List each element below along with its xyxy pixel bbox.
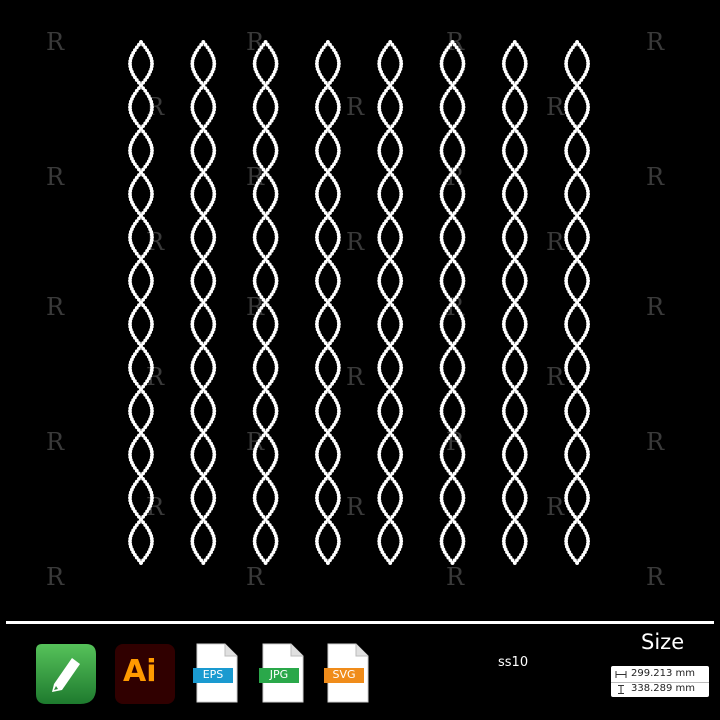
jpg-file-label: JPG xyxy=(269,668,289,681)
eps-file-icon: EPS xyxy=(193,642,241,704)
width-value: 299.213 mm xyxy=(631,668,696,679)
height-row: 338.289 mm xyxy=(611,682,709,697)
watermark-glyph: R xyxy=(646,28,665,56)
jpg-file-icon: JPG xyxy=(259,642,307,704)
watermark-glyph: R xyxy=(46,563,65,591)
rhinestone xyxy=(512,561,517,565)
svg-file-icon: SVG xyxy=(324,642,372,704)
width-row: 299.213 mm xyxy=(611,667,709,683)
width-arrow-icon xyxy=(615,671,627,678)
rhinestone-column xyxy=(315,40,341,565)
rhinestone-column xyxy=(377,40,404,565)
coreldraw-icon xyxy=(36,644,96,704)
watermark-glyph: R xyxy=(46,28,65,56)
rhinestone xyxy=(263,561,268,565)
size-title: Size xyxy=(641,630,685,654)
rhinestone-column xyxy=(564,40,590,565)
watermark-glyph: R xyxy=(246,28,265,56)
height-value: 338.289 mm xyxy=(631,683,696,694)
watermark-glyph: R xyxy=(446,28,465,56)
watermark-glyph: R xyxy=(646,293,665,321)
rhinestone xyxy=(388,561,393,565)
rhinestone xyxy=(201,561,206,565)
watermark-glyph: R xyxy=(446,563,465,591)
rhinestone xyxy=(139,561,143,565)
watermark-glyph: R xyxy=(546,363,565,391)
watermark-glyph: R xyxy=(346,228,365,256)
rhinestone-column xyxy=(128,40,154,565)
watermark-glyph: R xyxy=(546,228,565,256)
rhinestone-column xyxy=(190,40,217,565)
illustrator-label: Ai xyxy=(123,654,157,689)
rhinestone xyxy=(326,561,330,565)
watermark-glyph: R xyxy=(646,428,665,456)
rhinestone xyxy=(450,561,455,565)
watermark-glyph: R xyxy=(46,428,65,456)
rhinestone-column xyxy=(501,40,528,565)
watermark-glyph: R xyxy=(46,163,65,191)
watermark-glyph: R xyxy=(46,293,65,321)
watermark-glyph: R xyxy=(146,228,165,256)
rhinestone-pattern: RRRRRRRRRRRRRRRRRRRRRRRRRRRRRRRR xyxy=(46,28,665,591)
watermark-glyph: R xyxy=(546,493,565,521)
watermark-glyph: R xyxy=(246,563,265,591)
stone-size-label: ss10 xyxy=(498,655,529,670)
illustrator-icon: Ai xyxy=(115,644,175,704)
eps-file-label: EPS xyxy=(202,668,224,681)
watermark-glyph: R xyxy=(346,93,365,121)
watermark-glyph: R xyxy=(646,563,665,591)
watermark-glyph: R xyxy=(546,93,565,121)
watermark-glyph: R xyxy=(346,363,365,391)
rhinestone xyxy=(575,561,579,565)
svg-file-label: SVG xyxy=(332,668,356,681)
footer-divider xyxy=(6,621,714,624)
size-panel: 299.213 mm 338.289 mm xyxy=(611,666,709,697)
watermark-glyph: R xyxy=(346,493,365,521)
watermark-glyph: R xyxy=(646,163,665,191)
height-arrow-icon xyxy=(618,685,624,694)
